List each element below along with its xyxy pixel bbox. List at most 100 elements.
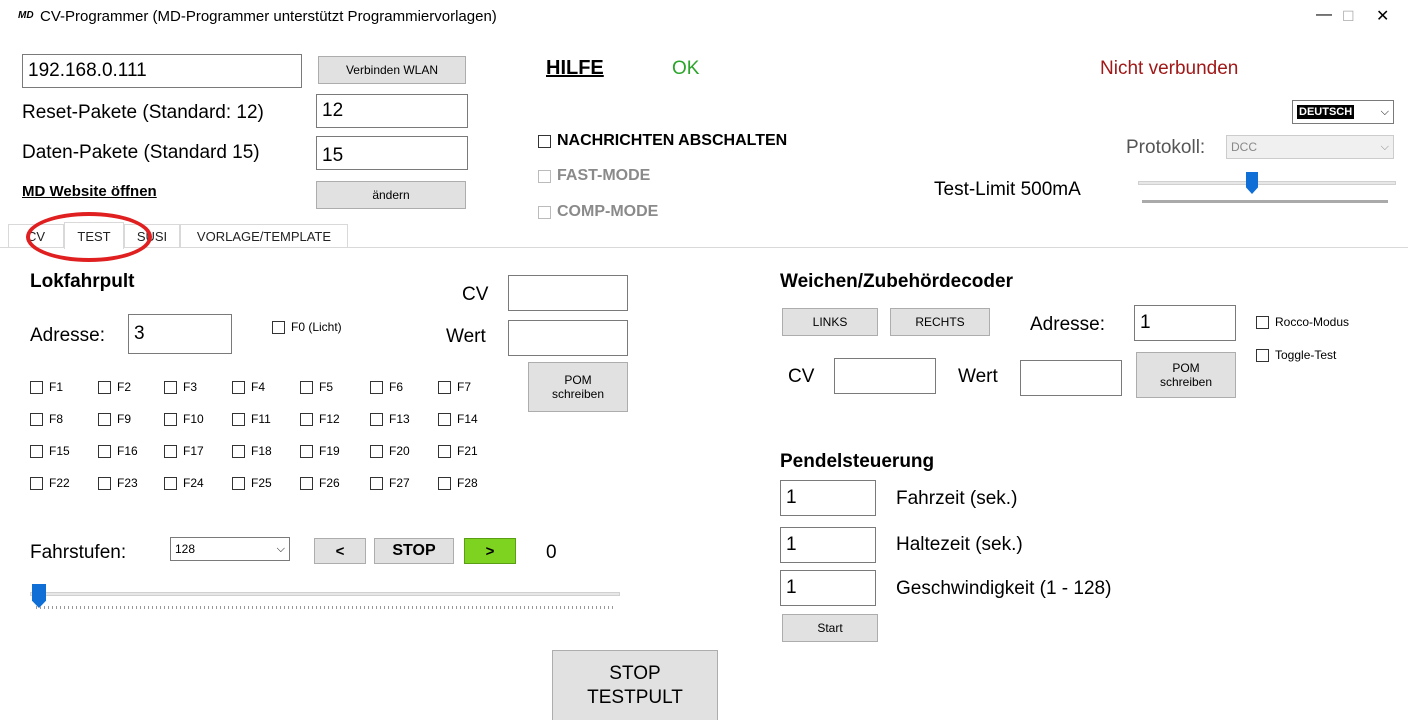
weichen-cv-input[interactable] bbox=[834, 358, 936, 394]
checkbox-box[interactable] bbox=[438, 380, 451, 394]
lok-cv-input[interactable] bbox=[508, 275, 628, 311]
function-checkbox-f10[interactable]: F10 bbox=[164, 412, 204, 426]
tab-vorlage-template[interactable]: VORLAGE/TEMPLATE bbox=[180, 224, 348, 248]
function-checkbox-f8[interactable]: F8 bbox=[30, 412, 63, 426]
links-button[interactable]: LINKS bbox=[782, 308, 878, 336]
function-checkbox-f11[interactable]: F11 bbox=[232, 412, 271, 426]
function-checkbox-f4[interactable]: F4 bbox=[232, 380, 265, 394]
function-checkbox-f24[interactable]: F24 bbox=[164, 476, 204, 490]
nachrichten-abschalten-box[interactable] bbox=[538, 134, 551, 148]
function-checkbox-f15[interactable]: F15 bbox=[30, 444, 70, 458]
function-checkbox-f13[interactable]: F13 bbox=[370, 412, 410, 426]
checkbox-box[interactable] bbox=[30, 412, 43, 426]
checkbox-box[interactable] bbox=[232, 476, 245, 490]
function-checkbox-f18[interactable]: F18 bbox=[232, 444, 272, 458]
checkbox-box[interactable] bbox=[30, 444, 43, 458]
checkbox-box[interactable] bbox=[98, 412, 111, 426]
lok-pom-button[interactable]: POM schreiben bbox=[528, 362, 628, 412]
protokoll-select[interactable]: DCC ⌵ bbox=[1226, 135, 1394, 159]
roco-modus-box[interactable] bbox=[1256, 315, 1269, 329]
reset-pakete-input[interactable]: 12 bbox=[316, 94, 468, 128]
function-checkbox-f12[interactable]: F12 bbox=[300, 412, 340, 426]
hilfe-link[interactable]: HILFE bbox=[546, 57, 604, 80]
function-checkbox-f19[interactable]: F19 bbox=[300, 444, 340, 458]
checkbox-box[interactable] bbox=[30, 476, 43, 490]
checkbox-box[interactable] bbox=[438, 476, 451, 490]
checkbox-box[interactable] bbox=[164, 444, 177, 458]
comp-mode-box[interactable] bbox=[538, 205, 551, 219]
function-checkbox-f26[interactable]: F26 bbox=[300, 476, 340, 490]
weichen-wert-input[interactable] bbox=[1020, 360, 1122, 396]
haltezeit-input[interactable]: 1 bbox=[780, 527, 876, 563]
checkbox-box[interactable] bbox=[98, 476, 111, 490]
function-checkbox-f28[interactable]: F28 bbox=[438, 476, 478, 490]
function-checkbox-f27[interactable]: F27 bbox=[370, 476, 410, 490]
start-button[interactable]: Start bbox=[782, 614, 878, 642]
ip-address-input[interactable]: 192.168.0.111 bbox=[22, 54, 302, 88]
stop-testpult-button[interactable]: STOP TESTPULT bbox=[552, 650, 718, 720]
checkbox-box[interactable] bbox=[370, 412, 383, 426]
speed-slider[interactable] bbox=[30, 584, 620, 614]
checkbox-box[interactable] bbox=[232, 412, 245, 426]
slider-thumb[interactable] bbox=[1246, 172, 1258, 194]
function-checkbox-f7[interactable]: F7 bbox=[438, 380, 471, 394]
function-checkbox-f14[interactable]: F14 bbox=[438, 412, 478, 426]
checkbox-box[interactable] bbox=[370, 380, 383, 394]
function-checkbox-f9[interactable]: F9 bbox=[98, 412, 131, 426]
close-button[interactable]: ✕ bbox=[1376, 6, 1389, 26]
checkbox-box[interactable] bbox=[164, 412, 177, 426]
fast-mode-checkbox[interactable]: FAST-MODE bbox=[538, 167, 650, 185]
back-button[interactable]: < bbox=[314, 538, 366, 564]
checkbox-box[interactable] bbox=[232, 380, 245, 394]
lok-wert-input[interactable] bbox=[508, 320, 628, 356]
geschwindigkeit-input[interactable]: 1 bbox=[780, 570, 876, 606]
function-checkbox-f1[interactable]: F1 bbox=[30, 380, 63, 394]
toggle-test-checkbox[interactable]: Toggle-Test bbox=[1256, 348, 1336, 362]
function-checkbox-f5[interactable]: F5 bbox=[300, 380, 333, 394]
daten-pakete-input[interactable]: 15 bbox=[316, 136, 468, 170]
function-checkbox-f25[interactable]: F25 bbox=[232, 476, 272, 490]
checkbox-box[interactable] bbox=[164, 476, 177, 490]
function-checkbox-f23[interactable]: F23 bbox=[98, 476, 138, 490]
forward-button[interactable]: > bbox=[464, 538, 516, 564]
function-checkbox-f22[interactable]: F22 bbox=[30, 476, 70, 490]
function-checkbox-f21[interactable]: F21 bbox=[438, 444, 478, 458]
checkbox-box[interactable] bbox=[30, 380, 43, 394]
checkbox-box[interactable] bbox=[164, 380, 177, 394]
fast-mode-box[interactable] bbox=[538, 169, 551, 183]
checkbox-box[interactable] bbox=[438, 444, 451, 458]
weichen-adresse-input[interactable]: 1 bbox=[1134, 305, 1236, 341]
checkbox-box[interactable] bbox=[232, 444, 245, 458]
function-checkbox-f6[interactable]: F6 bbox=[370, 380, 403, 394]
checkbox-box[interactable] bbox=[370, 444, 383, 458]
roco-modus-checkbox[interactable]: Rocco-Modus bbox=[1256, 315, 1349, 329]
toggle-test-box[interactable] bbox=[1256, 348, 1269, 362]
comp-mode-checkbox[interactable]: COMP-MODE bbox=[538, 203, 658, 221]
f0-licht-box[interactable] bbox=[272, 320, 285, 334]
connect-wlan-button[interactable]: Verbinden WLAN bbox=[318, 56, 466, 84]
function-checkbox-f20[interactable]: F20 bbox=[370, 444, 410, 458]
checkbox-box[interactable] bbox=[438, 412, 451, 426]
maximize-button[interactable]: ☐ bbox=[1342, 8, 1355, 25]
rechts-button[interactable]: RECHTS bbox=[890, 308, 990, 336]
checkbox-box[interactable] bbox=[300, 476, 313, 490]
slider-thumb[interactable] bbox=[32, 584, 46, 608]
f0-licht-checkbox[interactable]: F0 (Licht) bbox=[272, 320, 342, 334]
aendern-button[interactable]: ändern bbox=[316, 181, 466, 209]
checkbox-box[interactable] bbox=[300, 412, 313, 426]
checkbox-box[interactable] bbox=[98, 444, 111, 458]
minimize-button[interactable]: — bbox=[1316, 6, 1332, 24]
checkbox-box[interactable] bbox=[300, 444, 313, 458]
checkbox-box[interactable] bbox=[370, 476, 383, 490]
test-limit-slider[interactable] bbox=[1138, 172, 1396, 206]
function-checkbox-f3[interactable]: F3 bbox=[164, 380, 197, 394]
lok-adresse-input[interactable]: 3 bbox=[128, 314, 232, 354]
checkbox-box[interactable] bbox=[98, 380, 111, 394]
stop-button[interactable]: STOP bbox=[374, 538, 454, 564]
function-checkbox-f17[interactable]: F17 bbox=[164, 444, 204, 458]
website-link[interactable]: MD Website öffnen bbox=[22, 183, 157, 200]
language-select[interactable]: DEUTSCH ⌵ bbox=[1292, 100, 1394, 124]
function-checkbox-f2[interactable]: F2 bbox=[98, 380, 131, 394]
weichen-pom-button[interactable]: POM schreiben bbox=[1136, 352, 1236, 398]
fahrzeit-input[interactable]: 1 bbox=[780, 480, 876, 516]
